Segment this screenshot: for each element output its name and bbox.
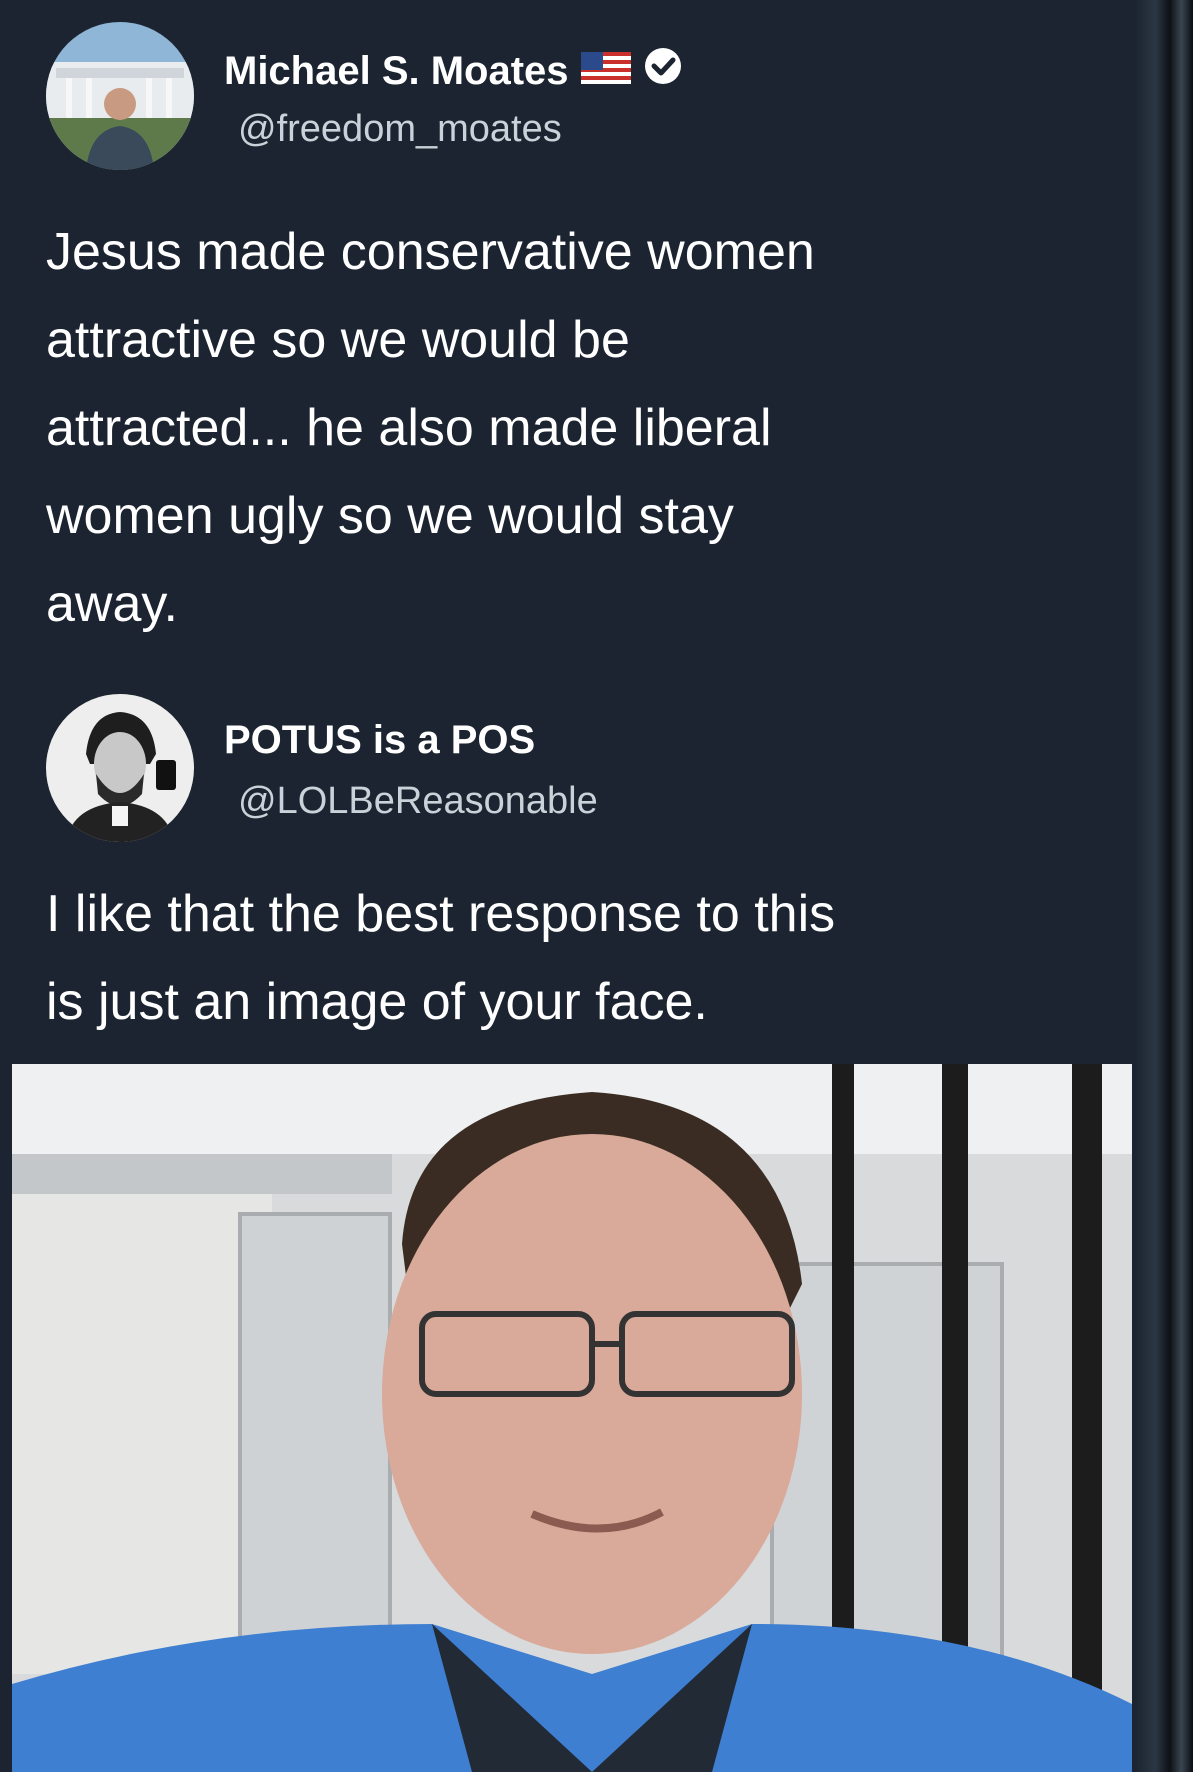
- tweet-text: Jesus made conservative women attractive…: [46, 223, 815, 633]
- reply-author-name[interactable]: POTUS is a POS: [224, 718, 535, 763]
- us-flag-icon: [580, 49, 631, 94]
- author-name[interactable]: Michael S. Moates: [224, 49, 569, 94]
- verified-badge-icon: [643, 46, 683, 96]
- reply-author-handle[interactable]: @LOLBeReasonable: [238, 780, 598, 823]
- reply-tweet[interactable]: POTUS is a POS @LOLBeReasonable I like t…: [12, 680, 1132, 1060]
- torn-edge-decoration: [1135, 0, 1193, 1772]
- reply-attached-photo[interactable]: [12, 1064, 1132, 1772]
- reply-text: I like that the best response to this is…: [46, 885, 836, 1031]
- author-handle[interactable]: @freedom_moates: [238, 108, 562, 151]
- author-avatar-image: [46, 22, 194, 170]
- selfie-photo: [12, 1064, 1132, 1772]
- reply-author-avatar[interactable]: [46, 694, 194, 842]
- reply-avatar-image: [46, 694, 194, 842]
- original-tweet[interactable]: Michael S. Moates @freedom_moates Jesus …: [12, 0, 1132, 640]
- author-avatar[interactable]: [46, 22, 194, 170]
